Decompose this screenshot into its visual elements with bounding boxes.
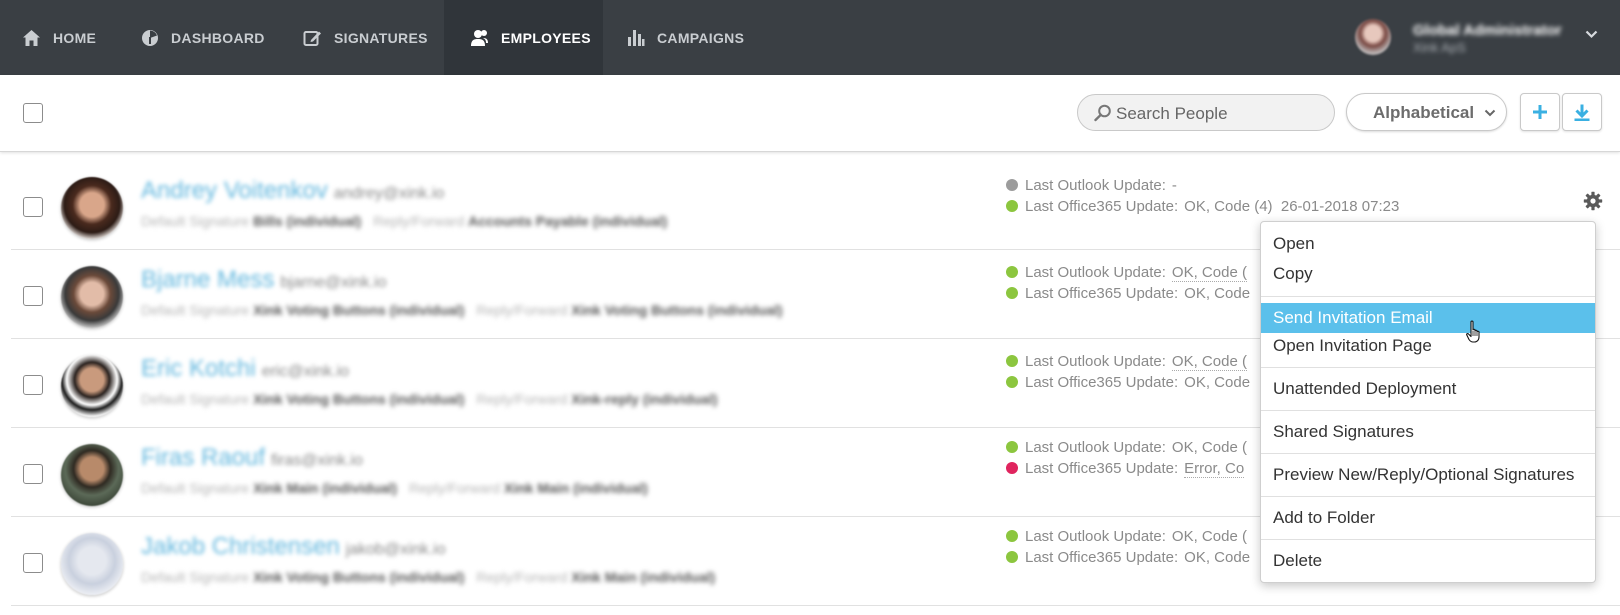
download-icon	[1574, 104, 1590, 121]
signature-info: Default Signature Bills (individual) Repl…	[141, 213, 668, 229]
add-employee-button[interactable]	[1520, 93, 1560, 131]
status-dot	[1006, 530, 1018, 542]
employee-email: andrey@xink.io	[333, 185, 445, 202]
top-navigation: HOME DASHBOARD SIGNATURES EMPLOYEES CAMP…	[0, 0, 1620, 75]
search-people[interactable]: Search People	[1077, 94, 1335, 131]
nav-dashboard[interactable]: DASHBOARD	[141, 0, 265, 75]
nav-signatures-label: SIGNATURES	[334, 29, 428, 46]
bar-chart-icon	[628, 29, 645, 46]
avatar	[61, 444, 123, 506]
outlook-status: Last Outlook Update: -	[1006, 177, 1177, 194]
home-icon	[23, 29, 40, 46]
employee-email: bjarne@xink.io	[280, 274, 387, 291]
chevron-down-icon	[1585, 30, 1598, 39]
avatar	[61, 266, 123, 328]
menu-item-send-invitation-email[interactable]: Send Invitation Email	[1261, 303, 1595, 333]
nav-home[interactable]: HOME	[22, 0, 96, 75]
context-menu: Open Copy Send Invitation Email Open Inv…	[1260, 221, 1596, 583]
user-org: Xink ApS	[1413, 40, 1466, 55]
office365-status: Last Office365 Update: OK, Code	[1006, 549, 1250, 566]
status-dot	[1006, 355, 1018, 367]
menu-item-unattended-deployment[interactable]: Unattended Deployment	[1261, 374, 1595, 404]
employee-name[interactable]: Bjarne Mess bjarne@xink.io	[141, 266, 386, 294]
signature-info: Default Signature Xink Main (individual)…	[141, 480, 648, 496]
status-dot	[1006, 376, 1018, 388]
menu-divider	[1261, 539, 1595, 540]
menu-item-copy[interactable]: Copy	[1261, 259, 1595, 289]
menu-item-preview-signatures[interactable]: Preview New/Reply/Optional Signatures	[1261, 460, 1595, 490]
employee-name[interactable]: Eric Kotchi eric@xink.io	[141, 355, 349, 383]
avatar	[61, 533, 123, 595]
employee-email: eric@xink.io	[261, 363, 350, 380]
status-dot	[1006, 266, 1018, 278]
employee-email: jakob@xink.io	[345, 541, 446, 558]
chevron-down-icon	[1484, 109, 1496, 117]
menu-divider	[1261, 453, 1595, 454]
menu-item-shared-signatures[interactable]: Shared Signatures	[1261, 417, 1595, 447]
download-button[interactable]	[1562, 93, 1602, 131]
gear-icon[interactable]	[1583, 191, 1603, 211]
nav-campaigns[interactable]: CAMPAIGNS	[627, 0, 744, 75]
menu-item-add-to-folder[interactable]: Add to Folder	[1261, 503, 1595, 533]
hand-cursor-icon	[1466, 320, 1480, 343]
outlook-status: Last Outlook Update: OK, Code (	[1006, 439, 1247, 456]
nav-campaigns-label: CAMPAIGNS	[657, 29, 745, 46]
outlook-status: Last Outlook Update: OK, Code (	[1006, 353, 1247, 371]
employee-name[interactable]: Andrey Voitenkov andrey@xink.io	[141, 177, 444, 205]
status-dot	[1006, 200, 1018, 212]
nav-employees[interactable]: EMPLOYEES	[444, 0, 603, 75]
employee-name[interactable]: Jakob Christensen jakob@xink.io	[141, 533, 446, 561]
status-dot	[1006, 462, 1018, 474]
users-icon	[471, 29, 488, 46]
status-dot	[1006, 551, 1018, 563]
sort-value: Alphabetical	[1373, 103, 1475, 122]
nav-home-label: HOME	[53, 29, 97, 46]
signature-info: Default Signature Xink Voting Buttons (i…	[141, 302, 783, 318]
office365-status: Last Office365 Update: OK, Code (4) 26-01…	[1006, 198, 1399, 215]
user-menu[interactable]: Global Administrator Xink ApS	[1355, 0, 1605, 75]
signature-info: Default Signature Xink Voting Buttons (i…	[141, 569, 716, 585]
office365-status: Last Office365 Update: OK, Code	[1006, 374, 1250, 391]
search-icon	[1094, 104, 1111, 122]
user-name: Global Administrator	[1413, 22, 1562, 39]
row-checkbox[interactable]	[23, 197, 43, 217]
signature-info: Default Signature Xink Voting Buttons (i…	[141, 391, 718, 407]
employee-email: firas@xink.io	[271, 452, 363, 469]
menu-divider	[1261, 496, 1595, 497]
avatar	[61, 355, 123, 417]
edit-icon	[303, 30, 321, 46]
avatar	[61, 177, 123, 239]
row-checkbox[interactable]	[23, 286, 43, 306]
menu-divider	[1261, 410, 1595, 411]
search-input[interactable]: Search People	[1116, 104, 1228, 124]
menu-item-delete[interactable]: Delete	[1261, 546, 1595, 576]
status-dot	[1006, 287, 1018, 299]
row-checkbox[interactable]	[23, 553, 43, 573]
office365-status: Last Office365 Update: OK, Code	[1006, 285, 1250, 302]
plus-icon	[1533, 105, 1547, 119]
status-dot	[1006, 179, 1018, 191]
menu-item-open[interactable]: Open	[1261, 229, 1595, 259]
outlook-status: Last Outlook Update: OK, Code (	[1006, 264, 1247, 282]
employee-name[interactable]: Firas Raouf firas@xink.io	[141, 444, 363, 472]
select-all-checkbox[interactable]	[23, 103, 43, 123]
row-checkbox[interactable]	[23, 375, 43, 395]
nav-signatures[interactable]: SIGNATURES	[303, 0, 428, 75]
menu-divider	[1261, 367, 1595, 368]
dashboard-icon	[142, 29, 158, 46]
toolbar: Search People Alphabetical	[0, 75, 1620, 152]
menu-divider	[1261, 296, 1595, 297]
nav-employees-label: EMPLOYEES	[501, 29, 591, 46]
office365-status: Last Office365 Update: Error, Co	[1006, 460, 1245, 478]
status-dot	[1006, 441, 1018, 453]
user-avatar	[1355, 19, 1391, 55]
menu-item-open-invitation-page[interactable]: Open Invitation Page	[1261, 331, 1595, 361]
sort-dropdown[interactable]: Alphabetical	[1346, 93, 1507, 131]
row-checkbox[interactable]	[23, 464, 43, 484]
outlook-status: Last Outlook Update: OK, Code (	[1006, 528, 1247, 545]
nav-dashboard-label: DASHBOARD	[171, 29, 265, 46]
